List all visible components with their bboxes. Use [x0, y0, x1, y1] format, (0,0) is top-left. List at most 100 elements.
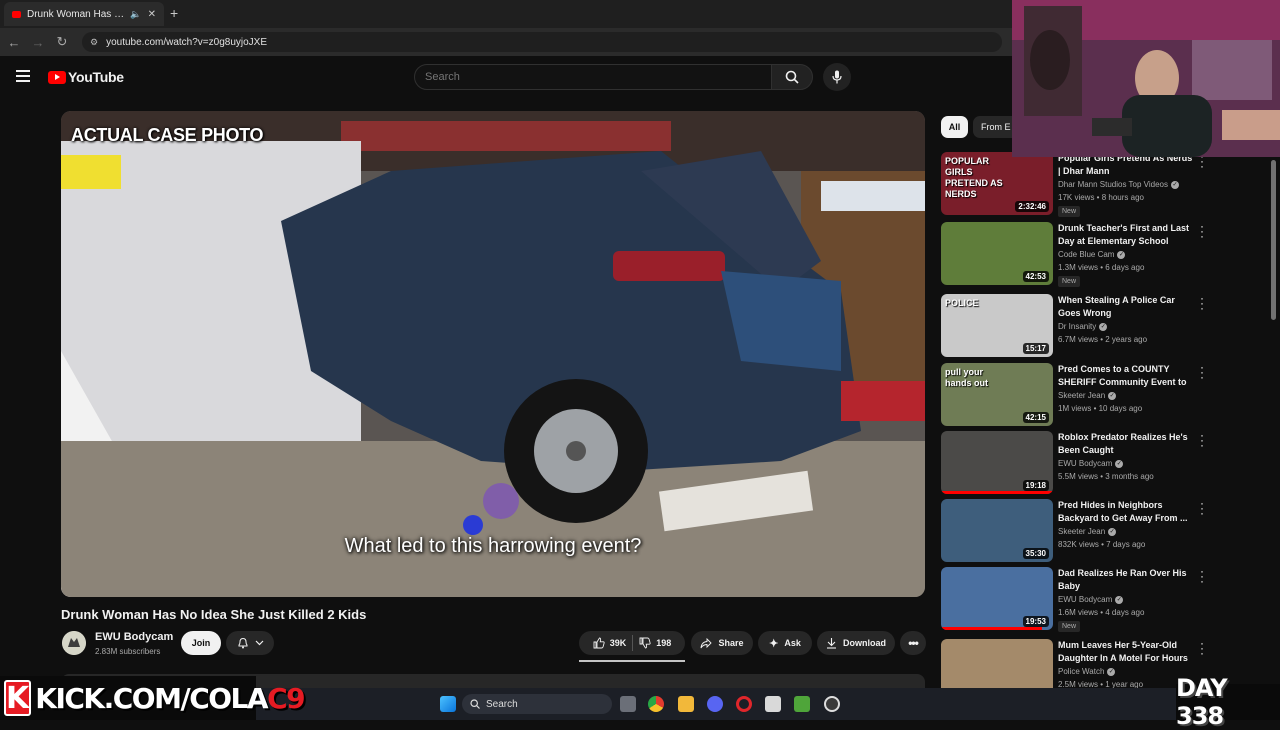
- logo-text: YouTube: [68, 69, 124, 85]
- join-button[interactable]: Join: [181, 631, 221, 655]
- recommendation-channel[interactable]: Dhar Mann Studios Top Videos ✓: [1058, 180, 1179, 189]
- more-vertical-icon[interactable]: ···: [1199, 361, 1205, 383]
- sparkle-icon: ✦: [769, 637, 779, 650]
- menu-icon[interactable]: [16, 70, 30, 82]
- like-button[interactable]: 39K: [593, 637, 627, 649]
- recommendation-channel[interactable]: Police Watch ✓: [1058, 667, 1116, 676]
- channel-name: EWU Bodycam: [1058, 459, 1113, 468]
- like-count: 39K: [609, 638, 627, 648]
- opera-icon[interactable]: [736, 696, 752, 712]
- sidebar-scrollbar[interactable]: [1271, 160, 1276, 320]
- file-explorer-icon[interactable]: [678, 696, 694, 712]
- recommendation-item[interactable]: POPULAR GIRLS PRETEND AS NERDS 2:32:46 Pop…: [941, 150, 1211, 217]
- search-input[interactable]: [414, 64, 772, 90]
- more-actions-button[interactable]: •••: [900, 631, 926, 655]
- channel-avatar[interactable]: [62, 631, 86, 655]
- channel-name: EWU Bodycam: [1058, 595, 1113, 604]
- video-duration: 19:18: [1022, 480, 1049, 491]
- more-vertical-icon[interactable]: ···: [1199, 292, 1205, 314]
- recommendation-channel[interactable]: Code Blue Cam ✓: [1058, 250, 1126, 259]
- windows-start-icon[interactable]: [440, 696, 456, 712]
- recommendation-channel[interactable]: EWU Bodycam ✓: [1058, 595, 1124, 604]
- recommendation-title[interactable]: Dad Realizes He Ran Over His Baby: [1058, 567, 1196, 593]
- recommendation-meta: 1.3M views • 6 days ago: [1058, 263, 1145, 272]
- video-frame-image: [61, 111, 925, 597]
- minecraft-icon[interactable]: [794, 696, 810, 712]
- ask-button[interactable]: ✦ Ask: [758, 631, 812, 655]
- dislike-count: 198: [656, 638, 672, 648]
- app-icon[interactable]: [765, 696, 781, 712]
- search-icon: [785, 70, 799, 84]
- verified-check-icon: ✓: [1171, 180, 1179, 189]
- video-subtitle: What led to this harrowing event?: [344, 535, 642, 557]
- watch-progress-bar: [941, 491, 1053, 494]
- video-thumbnail[interactable]: 19:18: [941, 431, 1053, 494]
- recommendation-title[interactable]: Drunk Teacher's First and Last Day at El…: [1058, 222, 1196, 248]
- case-photo-caption: ACTUAL CASE PHOTO: [71, 125, 264, 145]
- kick-url-suffix: C9: [267, 681, 306, 715]
- video-duration: 19:53: [1022, 616, 1049, 627]
- more-vertical-icon[interactable]: ···: [1199, 497, 1205, 519]
- voice-search-button[interactable]: [823, 63, 851, 91]
- more-vertical-icon[interactable]: ···: [1199, 637, 1205, 659]
- obs-icon[interactable]: [824, 696, 840, 712]
- video-player[interactable]: ACTUAL CASE PHOTO What led to this harro…: [61, 111, 925, 597]
- speaker-icon[interactable]: 🔈: [130, 9, 141, 20]
- video-thumbnail[interactable]: POLICE 15:17: [941, 294, 1053, 357]
- recommendation-item[interactable]: 19:53 Dad Realizes He Ran Over His Baby EW…: [941, 565, 1211, 632]
- share-label: Share: [718, 638, 744, 648]
- recommendation-item[interactable]: 42:53 Drunk Teacher's First and Last Day …: [941, 220, 1211, 287]
- channel-name: Dr Insanity: [1058, 322, 1097, 331]
- recommendation-item[interactable]: 35:30 Pred Hides in Neighbors Backyard to…: [941, 497, 1211, 563]
- recommendation-channel[interactable]: Dr Insanity ✓: [1058, 322, 1108, 331]
- task-view-icon[interactable]: [620, 696, 636, 712]
- video-thumbnail[interactable]: 35:30: [941, 499, 1053, 562]
- share-button[interactable]: Share: [691, 631, 753, 655]
- site-info-icon[interactable]: ⚙: [90, 37, 98, 48]
- url-field[interactable]: ⚙ youtube.com/watch?v=z0g8uyjoJXE: [82, 32, 1002, 52]
- channel-name: Skeeter Jean: [1058, 391, 1106, 400]
- more-vertical-icon[interactable]: ···: [1199, 565, 1205, 587]
- video-duration: 42:53: [1022, 271, 1049, 282]
- recommendation-title[interactable]: Pred Hides in Neighbors Backyard to Get …: [1058, 499, 1196, 525]
- recommendation-item[interactable]: 19:18 Roblox Predator Realizes He's Been …: [941, 429, 1211, 495]
- recommendation-item[interactable]: POLICE 15:17 When Stealing A Police Car Go…: [941, 292, 1211, 358]
- reload-icon[interactable]: ↻: [50, 34, 74, 50]
- recommendation-channel[interactable]: EWU Bodycam ✓: [1058, 459, 1124, 468]
- recommendation-title[interactable]: Pred Comes to a COUNTY SHERIFF Community…: [1058, 363, 1196, 389]
- video-thumbnail[interactable]: 42:53: [941, 222, 1053, 285]
- close-tab-icon[interactable]: ✕: [148, 9, 156, 20]
- new-tab-button[interactable]: +: [170, 5, 178, 21]
- verified-check-icon: ✓: [1115, 459, 1124, 468]
- chrome-icon[interactable]: [648, 696, 664, 712]
- channel-name: Skeeter Jean: [1058, 527, 1106, 536]
- discord-icon[interactable]: [707, 696, 723, 712]
- back-icon[interactable]: ←: [2, 35, 26, 50]
- search-icon: [470, 699, 480, 709]
- search-button[interactable]: [771, 64, 813, 90]
- download-button[interactable]: Download: [817, 631, 895, 655]
- more-vertical-icon[interactable]: ···: [1199, 429, 1205, 451]
- dislike-button[interactable]: 198: [639, 637, 671, 649]
- video-thumbnail[interactable]: 19:53: [941, 567, 1053, 630]
- video-thumbnail[interactable]: POPULAR GIRLS PRETEND AS NERDS 2:32:46: [941, 152, 1053, 215]
- recommendation-item[interactable]: pull your hands out 42:15 Pred Comes to a …: [941, 361, 1211, 427]
- taskbar-search[interactable]: Search: [462, 694, 612, 714]
- subscriber-count: 2.83M subscribers: [95, 647, 161, 656]
- recommendation-title[interactable]: Mum Leaves Her 5-Year-Old Daughter In A …: [1058, 639, 1196, 665]
- browser-tab[interactable]: Drunk Woman Has No Idea 🔈 ✕: [4, 2, 164, 26]
- download-icon: [827, 638, 836, 649]
- forward-icon[interactable]: →: [26, 35, 50, 50]
- recommendation-channel[interactable]: Skeeter Jean ✓: [1058, 391, 1117, 400]
- channel-name[interactable]: EWU Bodycam: [95, 631, 173, 643]
- recommendation-title[interactable]: When Stealing A Police Car Goes Wrong: [1058, 294, 1196, 320]
- recommendation-channel[interactable]: Skeeter Jean ✓: [1058, 527, 1117, 536]
- youtube-play-logo-icon: [48, 70, 66, 84]
- more-vertical-icon[interactable]: ···: [1199, 220, 1205, 242]
- verified-check-icon: ✓: [1117, 250, 1126, 259]
- notifications-button[interactable]: [226, 631, 274, 655]
- youtube-logo[interactable]: YouTube: [48, 69, 124, 85]
- chip-all[interactable]: All: [941, 116, 968, 138]
- video-thumbnail[interactable]: pull your hands out 42:15: [941, 363, 1053, 426]
- recommendation-title[interactable]: Roblox Predator Realizes He's Been Caugh…: [1058, 431, 1196, 457]
